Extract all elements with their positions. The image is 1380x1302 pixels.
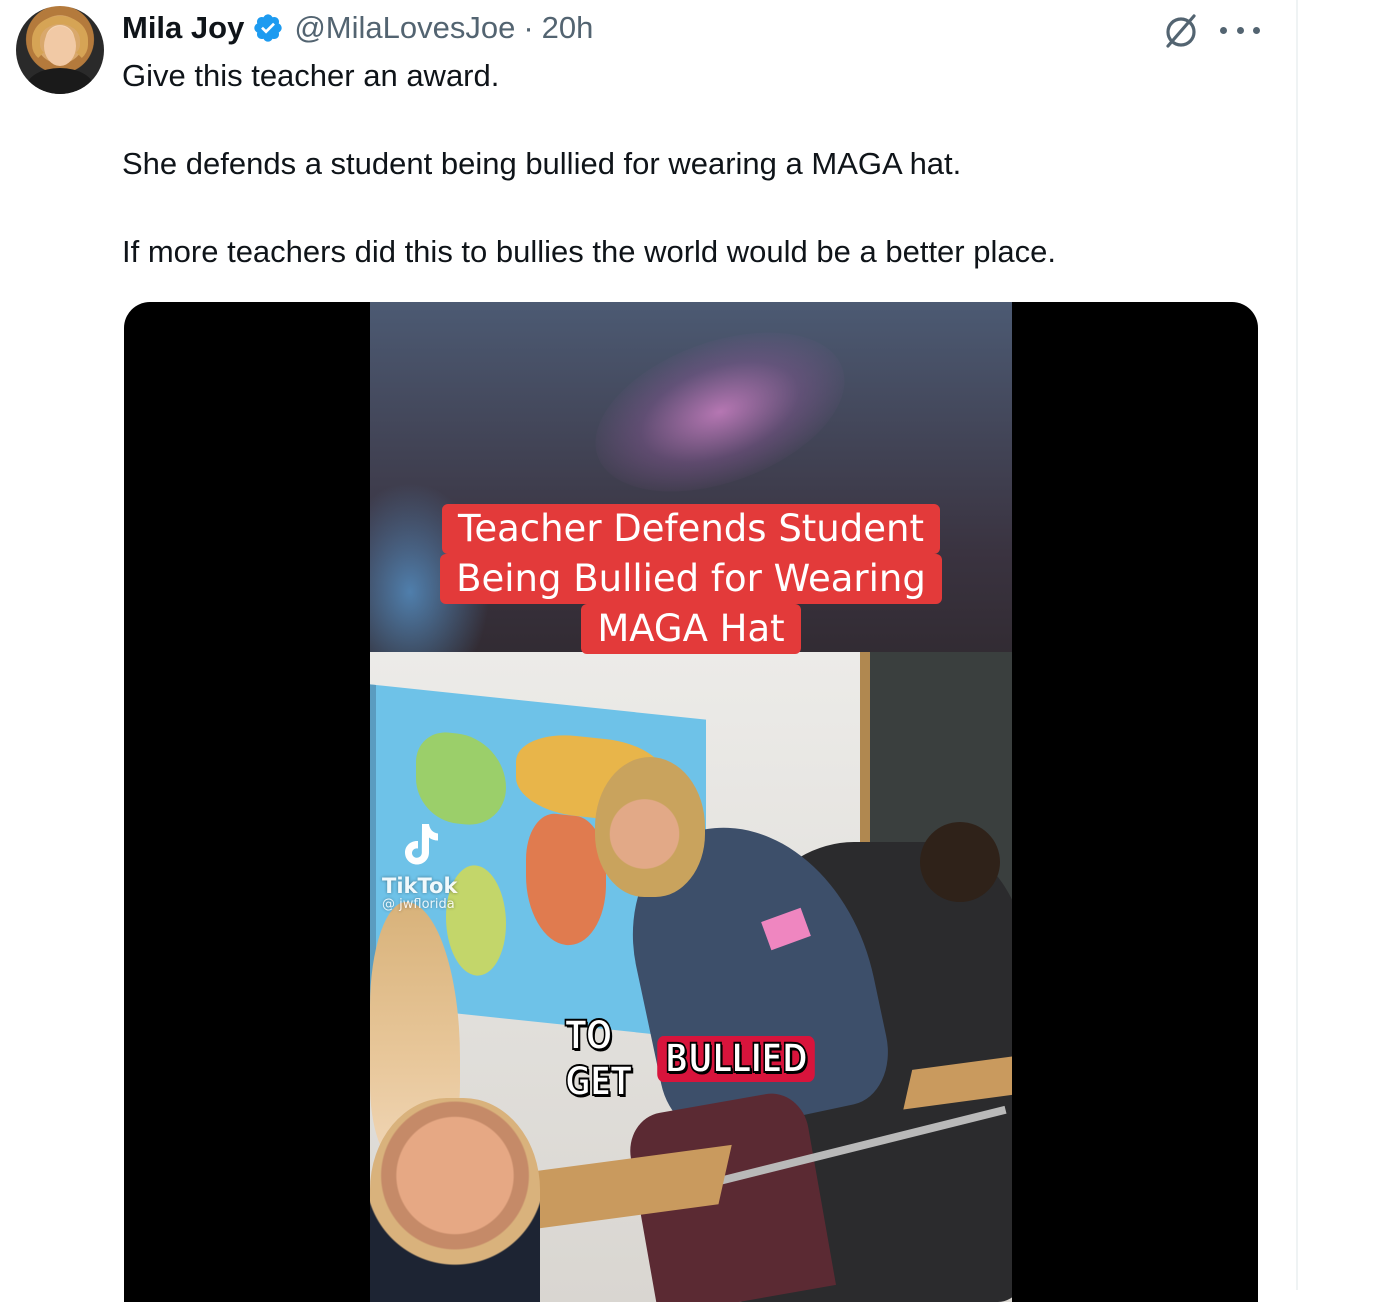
student-head bbox=[920, 822, 1000, 902]
header-separator: · bbox=[523, 10, 534, 45]
video-title-overlay: Teacher Defends Student Being Bullied fo… bbox=[430, 504, 952, 654]
tweet-header: Mila Joy @MilaLovesJoe · 20h bbox=[122, 8, 593, 48]
video-caption: TO GET BULLIED bbox=[564, 1012, 815, 1106]
avatar-shoulders bbox=[26, 68, 94, 94]
dot-icon bbox=[1236, 26, 1244, 34]
tiktok-watermark: TikTok @ jwflorida bbox=[382, 822, 502, 922]
display-name[interactable]: Mila Joy bbox=[122, 10, 244, 46]
tweet-paragraph-2: She defends a student being bullied for … bbox=[122, 146, 962, 181]
teacher-head bbox=[595, 757, 705, 897]
avatar-face bbox=[44, 26, 76, 66]
tiktok-brand: TikTok bbox=[382, 874, 458, 898]
inset-portrait bbox=[370, 1098, 540, 1302]
avatar[interactable] bbox=[16, 6, 104, 94]
overlay-title-line-1: Teacher Defends Student bbox=[442, 504, 940, 554]
tiktok-username: @ jwflorida bbox=[382, 897, 455, 912]
tiktok-icon bbox=[405, 824, 438, 865]
caption-word-1: TO GET bbox=[564, 1012, 632, 1106]
video-blur-highlight bbox=[573, 302, 867, 523]
dot-icon bbox=[1220, 26, 1227, 34]
tweet-text: Give this teacher an award. She defends … bbox=[122, 54, 1282, 318]
author-handle[interactable]: @MilaLovesJoe bbox=[294, 10, 515, 46]
dot-icon bbox=[1253, 26, 1260, 34]
column-divider bbox=[1296, 0, 1298, 1290]
caption-word-2: BULLIED bbox=[656, 1035, 815, 1083]
tweet-paragraph-1: Give this teacher an award. bbox=[122, 58, 500, 93]
overlay-title-line-2: Being Bullied for Wearing bbox=[440, 554, 942, 604]
more-options-icon[interactable] bbox=[1220, 12, 1260, 48]
verified-badge-icon bbox=[254, 14, 282, 42]
tweet-video[interactable]: TikTok @ jwflorida Teacher Defends Stude… bbox=[124, 302, 1258, 1302]
tweet-timestamp[interactable]: 20h bbox=[542, 10, 594, 46]
video-frame: TikTok @ jwflorida Teacher Defends Stude… bbox=[370, 302, 1012, 1302]
grok-icon[interactable] bbox=[1160, 10, 1202, 52]
overlay-title-line-3: MAGA Hat bbox=[581, 604, 801, 654]
tweet-paragraph-3: If more teachers did this to bullies the… bbox=[122, 234, 1056, 269]
